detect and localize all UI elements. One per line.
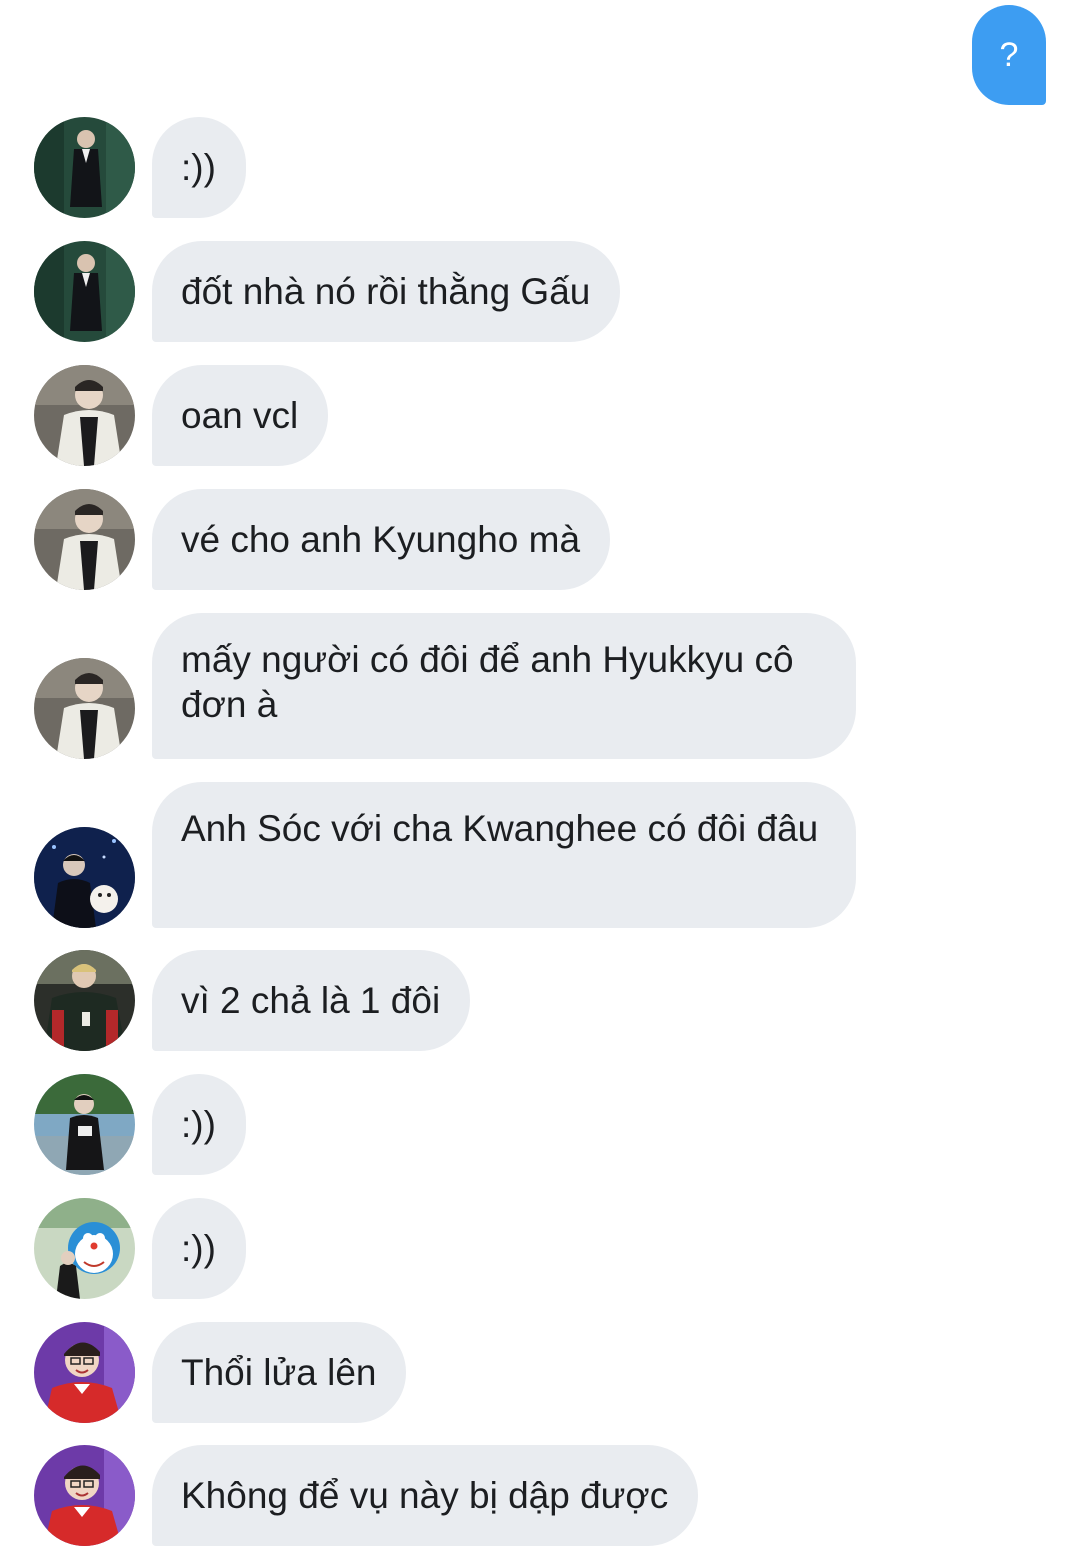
message-text: :)): [181, 147, 216, 188]
sent-message-text: ?: [999, 35, 1019, 74]
message-text: Anh Sóc với cha Kwanghee có đôi đâu: [181, 808, 819, 849]
message-row: vé cho anh Kyungho mà: [0, 489, 1080, 590]
message-bubble[interactable]: oan vcl: [152, 365, 329, 466]
message-row: Thổi lửa lên: [0, 1322, 1080, 1423]
message-bubble[interactable]: Không để vụ này bị dập được: [152, 1445, 699, 1546]
avatar-man-black-suit[interactable]: [34, 117, 135, 218]
message-row: :)): [0, 117, 1080, 218]
avatar-man-black-suit[interactable]: [34, 241, 135, 342]
message-row: oan vcl: [0, 365, 1080, 466]
message-bubble[interactable]: mấy người có đôi để anh Hyukkyu cô đơn à: [152, 613, 856, 759]
avatar-man-red-jersey[interactable]: [34, 1445, 135, 1546]
avatar-man-white-jacket[interactable]: [34, 658, 135, 759]
message-row: Anh Sóc với cha Kwanghee có đôi đâu: [0, 782, 1080, 928]
sent-message-bubble[interactable]: ?: [972, 5, 1046, 105]
message-text: oan vcl: [181, 395, 299, 436]
message-text: :)): [181, 1104, 216, 1145]
message-text: :)): [181, 1228, 216, 1269]
message-row: Không để vụ này bị dập được: [0, 1445, 1080, 1546]
message-text: vì 2 chả là 1 đôi: [181, 980, 441, 1021]
message-bubble[interactable]: Thổi lửa lên: [152, 1322, 407, 1423]
message-bubble[interactable]: Anh Sóc với cha Kwanghee có đôi đâu: [152, 782, 856, 928]
avatar-man-with-dog[interactable]: [34, 827, 135, 928]
message-text: mấy người có đôi để anh Hyukkyu cô đơn à: [181, 639, 794, 725]
chat-thread: ? :)) đốt nhà nó rồi thằng Gấu oan vcl v…: [0, 0, 1080, 1554]
message-text: Không để vụ này bị dập được: [181, 1475, 669, 1516]
message-bubble[interactable]: vì 2 chả là 1 đôi: [152, 950, 471, 1051]
avatar-man-white-jacket[interactable]: [34, 489, 135, 590]
message-row: :)): [0, 1198, 1080, 1299]
message-row: vì 2 chả là 1 đôi: [0, 950, 1080, 1051]
avatar-man-white-jacket[interactable]: [34, 365, 135, 466]
message-row: :)): [0, 1074, 1080, 1175]
message-row: đốt nhà nó rồi thằng Gấu: [0, 241, 1080, 342]
message-bubble[interactable]: đốt nhà nó rồi thằng Gấu: [152, 241, 621, 342]
message-text: đốt nhà nó rồi thằng Gấu: [181, 271, 591, 312]
message-text: vé cho anh Kyungho mà: [181, 519, 581, 560]
avatar-man-crouching-outdoors[interactable]: [34, 1074, 135, 1175]
message-bubble[interactable]: :)): [152, 1074, 246, 1175]
message-row: mấy người có đôi để anh Hyukkyu cô đơn à: [0, 613, 1080, 759]
message-bubble[interactable]: vé cho anh Kyungho mà: [152, 489, 611, 590]
avatar-doraemon-mural[interactable]: [34, 1198, 135, 1299]
message-bubble[interactable]: :)): [152, 1198, 246, 1299]
message-bubble[interactable]: :)): [152, 117, 246, 218]
avatar-man-red-jersey[interactable]: [34, 1322, 135, 1423]
message-text: Thổi lửa lên: [181, 1352, 377, 1393]
avatar-man-varsity-jacket[interactable]: [34, 950, 135, 1051]
